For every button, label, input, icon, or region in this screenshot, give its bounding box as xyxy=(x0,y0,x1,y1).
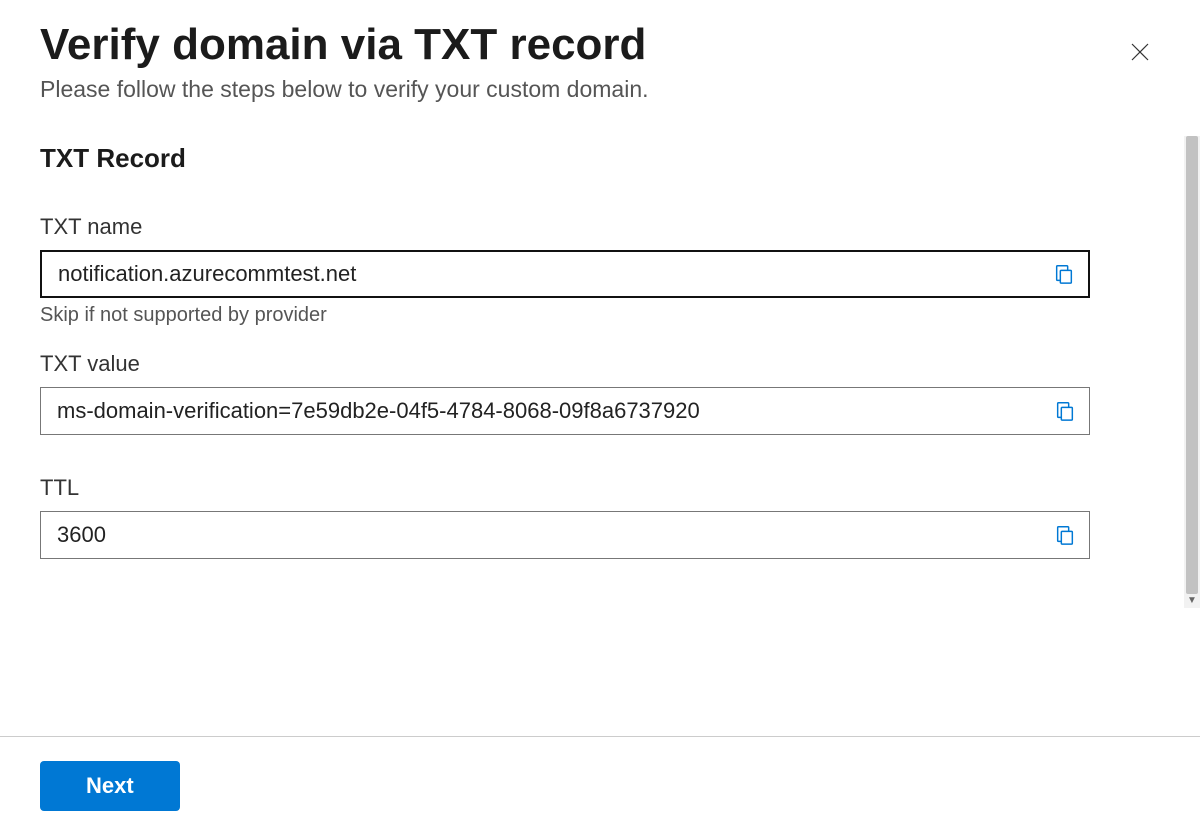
txt-value-row xyxy=(40,387,1090,435)
txt-name-hint: Skip if not supported by provider xyxy=(40,304,1090,327)
copy-ttl-button[interactable] xyxy=(1041,512,1089,558)
ttl-label: TTL xyxy=(40,475,1090,501)
ttl-row xyxy=(40,511,1090,559)
txt-value-label: TXT value xyxy=(40,351,1090,377)
next-button[interactable]: Next xyxy=(40,761,180,811)
ttl-field: TTL xyxy=(40,475,1090,559)
dialog-body: Verify domain via TXT record Please foll… xyxy=(0,0,1200,736)
close-icon xyxy=(1128,40,1152,64)
txt-value-input[interactable] xyxy=(41,388,1041,434)
txt-name-row xyxy=(40,250,1090,298)
copy-icon xyxy=(1053,263,1075,285)
txt-name-label: TXT name xyxy=(40,214,1090,240)
txt-name-field: TXT name Skip if not supported by provid… xyxy=(40,214,1090,327)
copy-txt-name-button[interactable] xyxy=(1040,252,1088,296)
txt-value-field: TXT value xyxy=(40,351,1090,435)
scroll-down-arrow[interactable]: ▼ xyxy=(1187,596,1197,606)
dialog-footer: Next xyxy=(0,737,1200,835)
page-title: Verify domain via TXT record xyxy=(40,20,1160,70)
page-subtitle: Please follow the steps below to verify … xyxy=(40,76,1160,103)
scrollbar-thumb[interactable] xyxy=(1186,136,1198,594)
section-title: TXT Record xyxy=(40,143,1160,174)
ttl-input[interactable] xyxy=(41,512,1041,558)
copy-icon xyxy=(1054,524,1076,546)
txt-name-input[interactable] xyxy=(42,252,1040,296)
close-button[interactable] xyxy=(1126,38,1154,66)
copy-txt-value-button[interactable] xyxy=(1041,388,1089,434)
copy-icon xyxy=(1054,400,1076,422)
